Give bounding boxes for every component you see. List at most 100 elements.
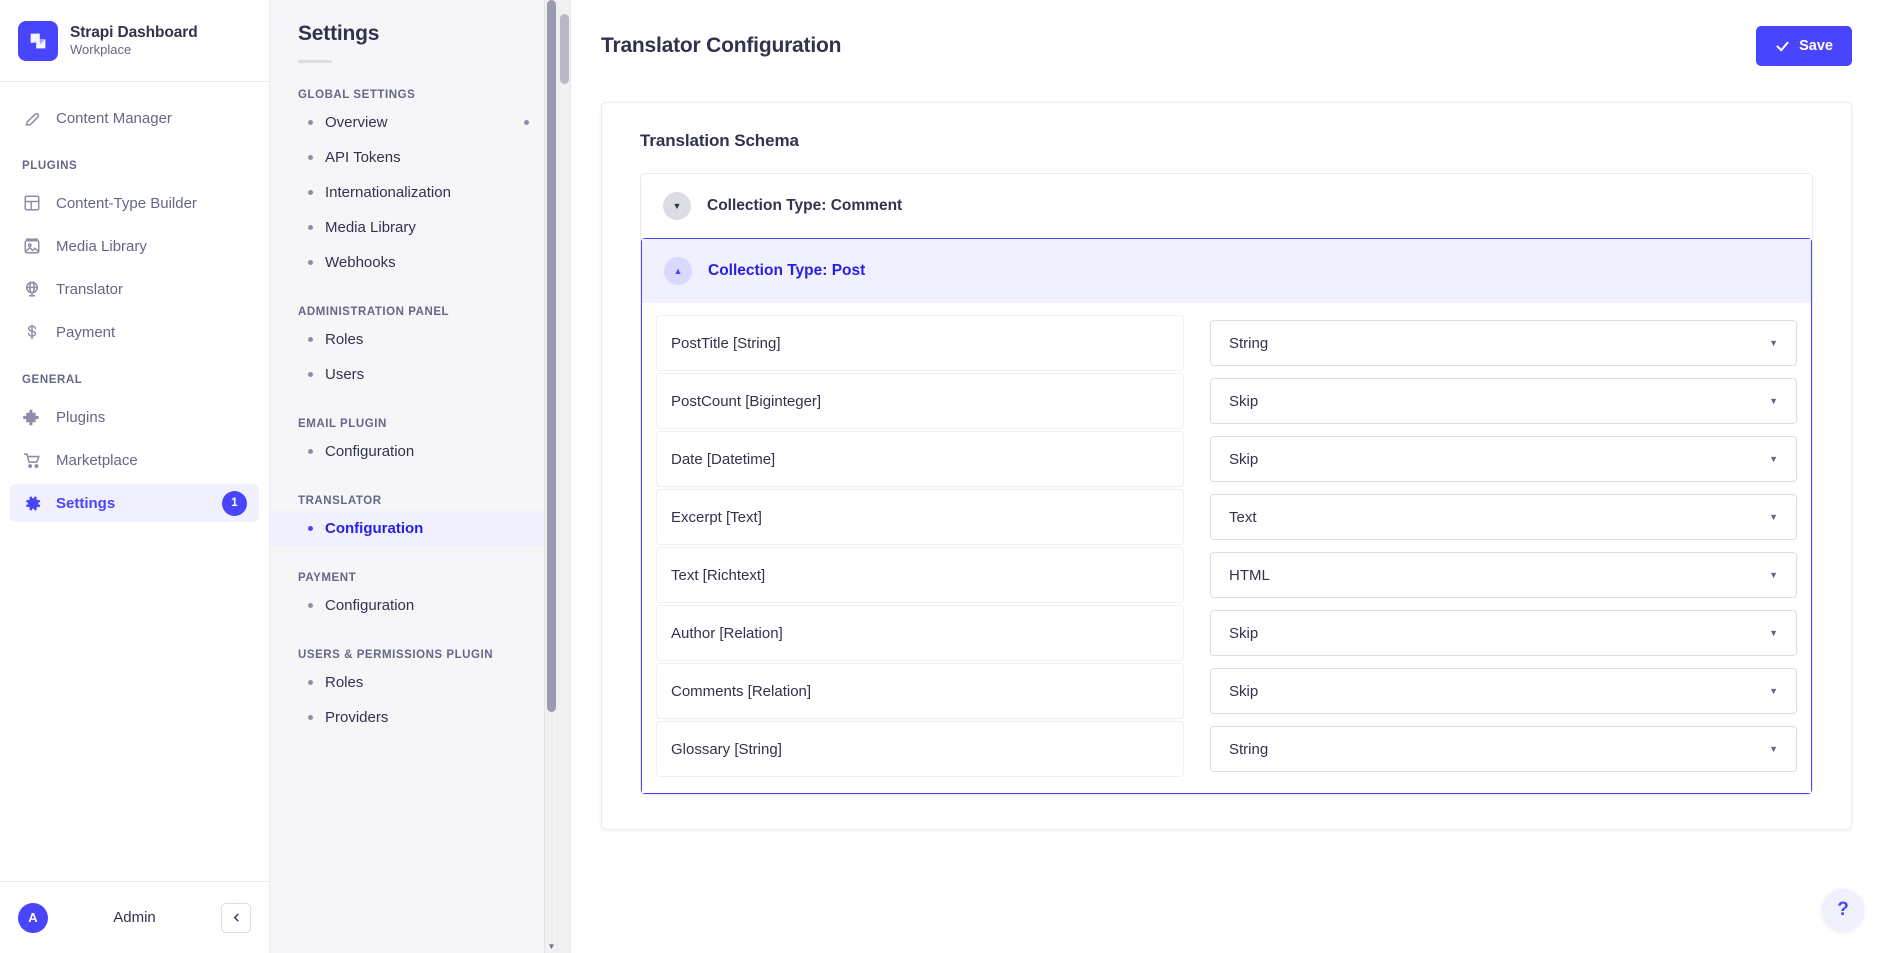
subnav-item-media-library[interactable]: Media Library (270, 210, 557, 245)
sidebar-item-payment[interactable]: Payment (10, 313, 259, 351)
avatar[interactable]: A (18, 902, 48, 933)
subnav-section-payment: PAYMENT (298, 572, 357, 584)
layout-icon (22, 193, 42, 213)
chevron-down-icon: ▼ (1769, 685, 1778, 696)
subnav-header: Settings (270, 0, 557, 63)
main-scrollbar[interactable] (558, 0, 571, 953)
sidebar-nav: Content Manager PLUGINS Content-Type Bui… (0, 82, 269, 881)
subnav-item-overview[interactable]: Overview (270, 105, 557, 140)
help-button[interactable]: ? (1822, 889, 1864, 931)
field-row: Glossary [String] String ▼ (656, 721, 1797, 777)
chevron-up-icon[interactable]: ▲ (664, 257, 692, 285)
subnav-section-translator: TRANSLATOR (298, 495, 382, 507)
subnav-title: Settings (298, 22, 380, 45)
subnav-item-roles-users-permissions[interactable]: Roles (270, 665, 557, 700)
sidebar-item-label: Content Manager (56, 109, 172, 127)
sidebar-item-content-manager[interactable]: Content Manager (10, 99, 259, 137)
sidebar-item-plugins[interactable]: Plugins (10, 398, 259, 436)
field-mapping-select[interactable]: HTML ▼ (1210, 552, 1797, 598)
field-mapping-value: Skip (1229, 624, 1259, 642)
main-scrollbar-thumb[interactable] (560, 14, 569, 84)
sidebar-item-settings[interactable]: Settings 1 (10, 484, 259, 522)
sidebar-item-media-library[interactable]: Media Library (10, 227, 259, 265)
subnav-scrollbar[interactable]: ▲ ▼ (544, 0, 557, 953)
bullet-icon (308, 449, 313, 454)
sidebar-item-content-type-builder[interactable]: Content-Type Builder (10, 184, 259, 222)
bullet-icon (308, 225, 313, 230)
chevron-down-icon: ▼ (1769, 395, 1778, 406)
gear-icon (22, 493, 42, 513)
field-mapping-select[interactable]: Text ▼ (1210, 494, 1797, 540)
subnav-item-payment-configuration[interactable]: Configuration (270, 588, 557, 623)
accordion-label: Collection Type: Post (708, 262, 866, 279)
field-row: Comments [Relation] Skip ▼ (656, 663, 1797, 719)
accordion-header-comment[interactable]: ▼ Collection Type: Comment (641, 174, 1812, 238)
card-title: Translation Schema (640, 131, 799, 150)
scroll-down-arrow-icon[interactable]: ▼ (545, 939, 557, 953)
accordion-header-post[interactable]: ▲ Collection Type: Post (642, 239, 1811, 303)
sidebar-item-label: Settings (56, 494, 116, 512)
field-mapping-value: String (1229, 740, 1269, 758)
app-root: Strapi Dashboard Workplace Content Manag… (0, 0, 1888, 953)
page-title: Translator Configuration (601, 34, 842, 57)
field-mapping-select[interactable]: String ▼ (1210, 726, 1797, 772)
chevron-down-icon: ▼ (1769, 511, 1778, 522)
sidebar-item-label: Translator (56, 280, 123, 298)
subnav-item-label: Configuration (325, 597, 415, 614)
field-mapping-value: HTML (1229, 566, 1270, 584)
subnav-item-translator-configuration[interactable]: Configuration (270, 511, 557, 546)
bullet-icon (308, 120, 313, 125)
field-mapping-select[interactable]: Skip ▼ (1210, 436, 1797, 482)
sidebar-section-plugins: PLUGINS (22, 160, 78, 172)
subnav-item-users[interactable]: Users (270, 357, 557, 392)
field-name: Comments [Relation] (656, 663, 1184, 719)
field-row: Author [Relation] Skip ▼ (656, 605, 1797, 661)
subnav-item-label: Configuration (325, 443, 415, 460)
subnav-scrollbar-thumb[interactable] (547, 0, 556, 712)
settings-subnav: Settings GLOBAL SETTINGS Overview API To… (270, 0, 558, 953)
sidebar-item-label: Content-Type Builder (56, 194, 197, 212)
subnav-item-api-tokens[interactable]: API Tokens (270, 140, 557, 175)
image-icon (22, 236, 42, 256)
field-name: PostTitle [String] (656, 315, 1184, 371)
field-mapping-select[interactable]: Skip ▼ (1210, 378, 1797, 424)
field-name: Author [Relation] (656, 605, 1184, 661)
sidebar-item-translator[interactable]: Translator (10, 270, 259, 308)
accordion-group: ▼ Collection Type: Comment ▲ Collection … (640, 173, 1813, 795)
field-row: Excerpt [Text] Text ▼ (656, 489, 1797, 545)
globe-icon (22, 279, 42, 299)
main-content: Translator Configuration Save Translatio… (558, 0, 1888, 953)
subnav-item-email-configuration[interactable]: Configuration (270, 434, 557, 469)
field-mapping-value: String (1229, 334, 1269, 352)
page-header: Translator Configuration Save (571, 0, 1888, 88)
bullet-icon (308, 603, 313, 608)
field-mapping-select[interactable]: Skip ▼ (1210, 668, 1797, 714)
subnav-item-label: Configuration (325, 520, 424, 537)
bullet-icon (308, 715, 313, 720)
bullet-icon (308, 260, 313, 265)
sidebar-collapse-button[interactable] (221, 902, 251, 933)
brand-header[interactable]: Strapi Dashboard Workplace (0, 0, 269, 82)
save-button[interactable]: Save (1756, 26, 1852, 66)
settings-badge: 1 (222, 490, 247, 516)
chevron-down-icon[interactable]: ▼ (663, 192, 691, 220)
chevron-down-icon: ▼ (1769, 627, 1778, 638)
subnav-item-roles-admin[interactable]: Roles (270, 322, 557, 357)
field-mapping-select[interactable]: String ▼ (1210, 320, 1797, 366)
user-name: Admin (113, 909, 156, 926)
sidebar-item-label: Plugins (56, 408, 106, 426)
chevron-down-icon: ▼ (1769, 453, 1778, 464)
chevron-down-icon: ▼ (1769, 743, 1778, 754)
translation-schema-card: Translation Schema ▼ Collection Type: Co… (601, 102, 1852, 830)
subnav-section-users-permissions-plugin: USERS & PERMISSIONS PLUGIN (298, 649, 494, 661)
subnav-item-label: Media Library (325, 219, 416, 236)
sidebar-item-marketplace[interactable]: Marketplace (10, 441, 259, 479)
field-mapping-select[interactable]: Skip ▼ (1210, 610, 1797, 656)
subnav-item-providers[interactable]: Providers (270, 700, 557, 735)
bullet-icon (308, 680, 313, 685)
strapi-logo-icon (18, 20, 58, 61)
sidebar-item-label: Marketplace (56, 451, 138, 469)
subnav-item-webhooks[interactable]: Webhooks (270, 245, 557, 280)
subnav-item-internationalization[interactable]: Internationalization (270, 175, 557, 210)
chevron-left-icon (233, 913, 239, 922)
